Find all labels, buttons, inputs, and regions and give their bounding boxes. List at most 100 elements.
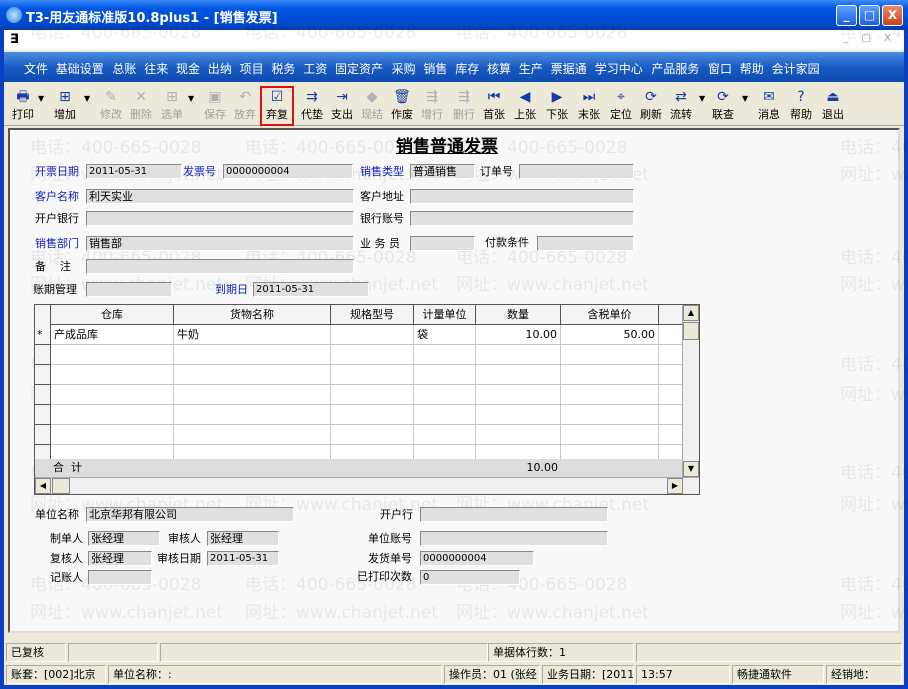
- grid-cell[interactable]: [659, 325, 683, 345]
- toolbar-button-8[interactable]: ⇉ 代垫: [297, 88, 327, 124]
- scroll-left-button[interactable]: ◀: [35, 478, 51, 494]
- order-no-field[interactable]: [519, 164, 634, 179]
- open-bank-field[interactable]: [420, 507, 608, 522]
- horizontal-scrollbar[interactable]: ◀ ▶: [35, 477, 699, 494]
- hscroll-thumb[interactable]: [52, 478, 70, 494]
- menu-item[interactable]: 产品服务: [651, 60, 699, 77]
- grid-cell[interactable]: [414, 345, 476, 365]
- row-header[interactable]: [35, 385, 51, 405]
- grid-cell[interactable]: [174, 365, 331, 385]
- menu-item[interactable]: 文件: [24, 60, 48, 77]
- ship-no-field[interactable]: 0000000004: [420, 551, 534, 566]
- toolbar-button-5[interactable]: ▣ 保存: [200, 88, 230, 124]
- column-header[interactable]: 规格型号: [331, 305, 414, 325]
- row-header[interactable]: [35, 365, 51, 385]
- menu-item[interactable]: 税务: [271, 60, 295, 77]
- menu-item[interactable]: 库存: [455, 60, 479, 77]
- grid-cell[interactable]: 牛奶: [174, 325, 331, 345]
- grid-cell[interactable]: [414, 365, 476, 385]
- column-header[interactable]: 含税单价: [561, 305, 659, 325]
- grid-cell[interactable]: [331, 425, 414, 445]
- toolbar-button-1[interactable]: ⊞ 增加: [50, 88, 80, 124]
- vertical-scrollbar[interactable]: ▲ ▼: [682, 305, 699, 477]
- grid-cell[interactable]: 袋: [414, 325, 476, 345]
- menu-item[interactable]: 帮助: [740, 60, 764, 77]
- toolbar-button-2[interactable]: ✎ 修改: [96, 88, 126, 124]
- dept-field[interactable]: 销售部: [86, 236, 354, 251]
- grid-cell[interactable]: [51, 405, 174, 425]
- menu-item[interactable]: 固定资产: [335, 60, 383, 77]
- company-field[interactable]: 北京华邦有限公司: [86, 507, 294, 522]
- toolbar-button-11[interactable]: 🗑 作废: [387, 88, 417, 124]
- grid-cell[interactable]: [476, 345, 561, 365]
- menu-item[interactable]: 基础设置: [56, 60, 104, 77]
- due-date-field[interactable]: 2011-05-31: [253, 282, 369, 297]
- bookkeeper-field[interactable]: [88, 570, 152, 585]
- menu-item[interactable]: 票据通: [551, 60, 587, 77]
- address-field[interactable]: [410, 189, 634, 204]
- toolbar-button-14[interactable]: ⏮ 首张: [479, 88, 509, 124]
- toolbar-button-21[interactable]: ⟳ 联查: [708, 88, 738, 124]
- grid-cell[interactable]: [414, 405, 476, 425]
- grid-cell[interactable]: [331, 325, 414, 345]
- menu-item[interactable]: 核算: [487, 60, 511, 77]
- grid-cell[interactable]: [561, 345, 659, 365]
- menu-item[interactable]: 学习中心: [595, 60, 643, 77]
- scroll-up-button[interactable]: ▲: [683, 305, 699, 321]
- grid-cell[interactable]: [51, 345, 174, 365]
- bank-field[interactable]: [86, 211, 354, 226]
- column-header[interactable]: 计量单位: [414, 305, 476, 325]
- menu-item[interactable]: 往来: [144, 60, 168, 77]
- toolbar-button-4[interactable]: ⊞ 选单: [157, 88, 187, 124]
- grid-cell[interactable]: [414, 385, 476, 405]
- grid-cell[interactable]: [659, 405, 683, 425]
- toolbar-button-16[interactable]: ▶ 下张: [542, 88, 572, 124]
- remark-field[interactable]: [86, 259, 354, 274]
- menu-item[interactable]: 生产: [519, 60, 543, 77]
- account-field[interactable]: [410, 211, 634, 226]
- toolbar-button-3[interactable]: ✕ 删除: [126, 88, 156, 124]
- column-header-more[interactable]: [659, 305, 683, 325]
- menu-item[interactable]: 窗口: [708, 60, 732, 77]
- toolbar-button-18[interactable]: ⌖ 定位: [606, 88, 636, 124]
- toolbar-button-20[interactable]: ⇄ 流转: [666, 88, 696, 124]
- grid-cell[interactable]: [174, 425, 331, 445]
- toolbar-button-13[interactable]: ⇶ 删行: [449, 88, 479, 124]
- scroll-thumb[interactable]: [683, 322, 699, 340]
- grid-cell[interactable]: [331, 365, 414, 385]
- grid-cell[interactable]: 产成品库: [51, 325, 174, 345]
- menu-item[interactable]: 会计家园: [772, 60, 820, 77]
- toolbar-button-9[interactable]: ⇥ 支出: [327, 88, 357, 124]
- grid-cell[interactable]: [659, 345, 683, 365]
- menu-item[interactable]: 销售: [423, 60, 447, 77]
- sale-type-field[interactable]: 普通销售: [410, 164, 475, 179]
- toolbar-button-7[interactable]: ☑ 弃复: [260, 86, 294, 126]
- toolbar-button-24[interactable]: ⏏ 退出: [818, 88, 848, 124]
- unit-account-field[interactable]: [420, 531, 608, 546]
- terms-field[interactable]: [537, 236, 634, 251]
- scroll-right-button[interactable]: ▶: [667, 478, 683, 494]
- maximize-button[interactable]: □: [859, 5, 880, 26]
- period-field[interactable]: [86, 282, 172, 297]
- column-header[interactable]: 仓库: [51, 305, 174, 325]
- grid-cell[interactable]: [561, 405, 659, 425]
- row-header[interactable]: [35, 345, 51, 365]
- toolbar-button-23[interactable]: ? 帮助: [786, 88, 816, 124]
- grid-cell[interactable]: [414, 425, 476, 445]
- menu-item[interactable]: 工资: [303, 60, 327, 77]
- grid-cell[interactable]: [331, 345, 414, 365]
- mdi-system-icon[interactable]: ∃: [10, 32, 19, 47]
- maker-field[interactable]: 张经理: [88, 531, 160, 546]
- grid-cell[interactable]: [174, 345, 331, 365]
- grid-cell[interactable]: 50.00: [561, 325, 659, 345]
- grid-cell[interactable]: [659, 365, 683, 385]
- invoice-no-field[interactable]: 0000000004: [223, 164, 353, 179]
- grid-cell[interactable]: [476, 385, 561, 405]
- grid-cell[interactable]: [476, 365, 561, 385]
- toolbar-button-0[interactable]: 🖶 打印: [8, 88, 38, 124]
- menu-item[interactable]: 出纳: [208, 60, 232, 77]
- toolbar-button-15[interactable]: ◀ 上张: [510, 88, 540, 124]
- grid-cell[interactable]: [51, 385, 174, 405]
- toolbar-button-19[interactable]: ⟳ 刷新: [636, 88, 666, 124]
- dropdown-arrow-icon[interactable]: ▼: [38, 94, 44, 103]
